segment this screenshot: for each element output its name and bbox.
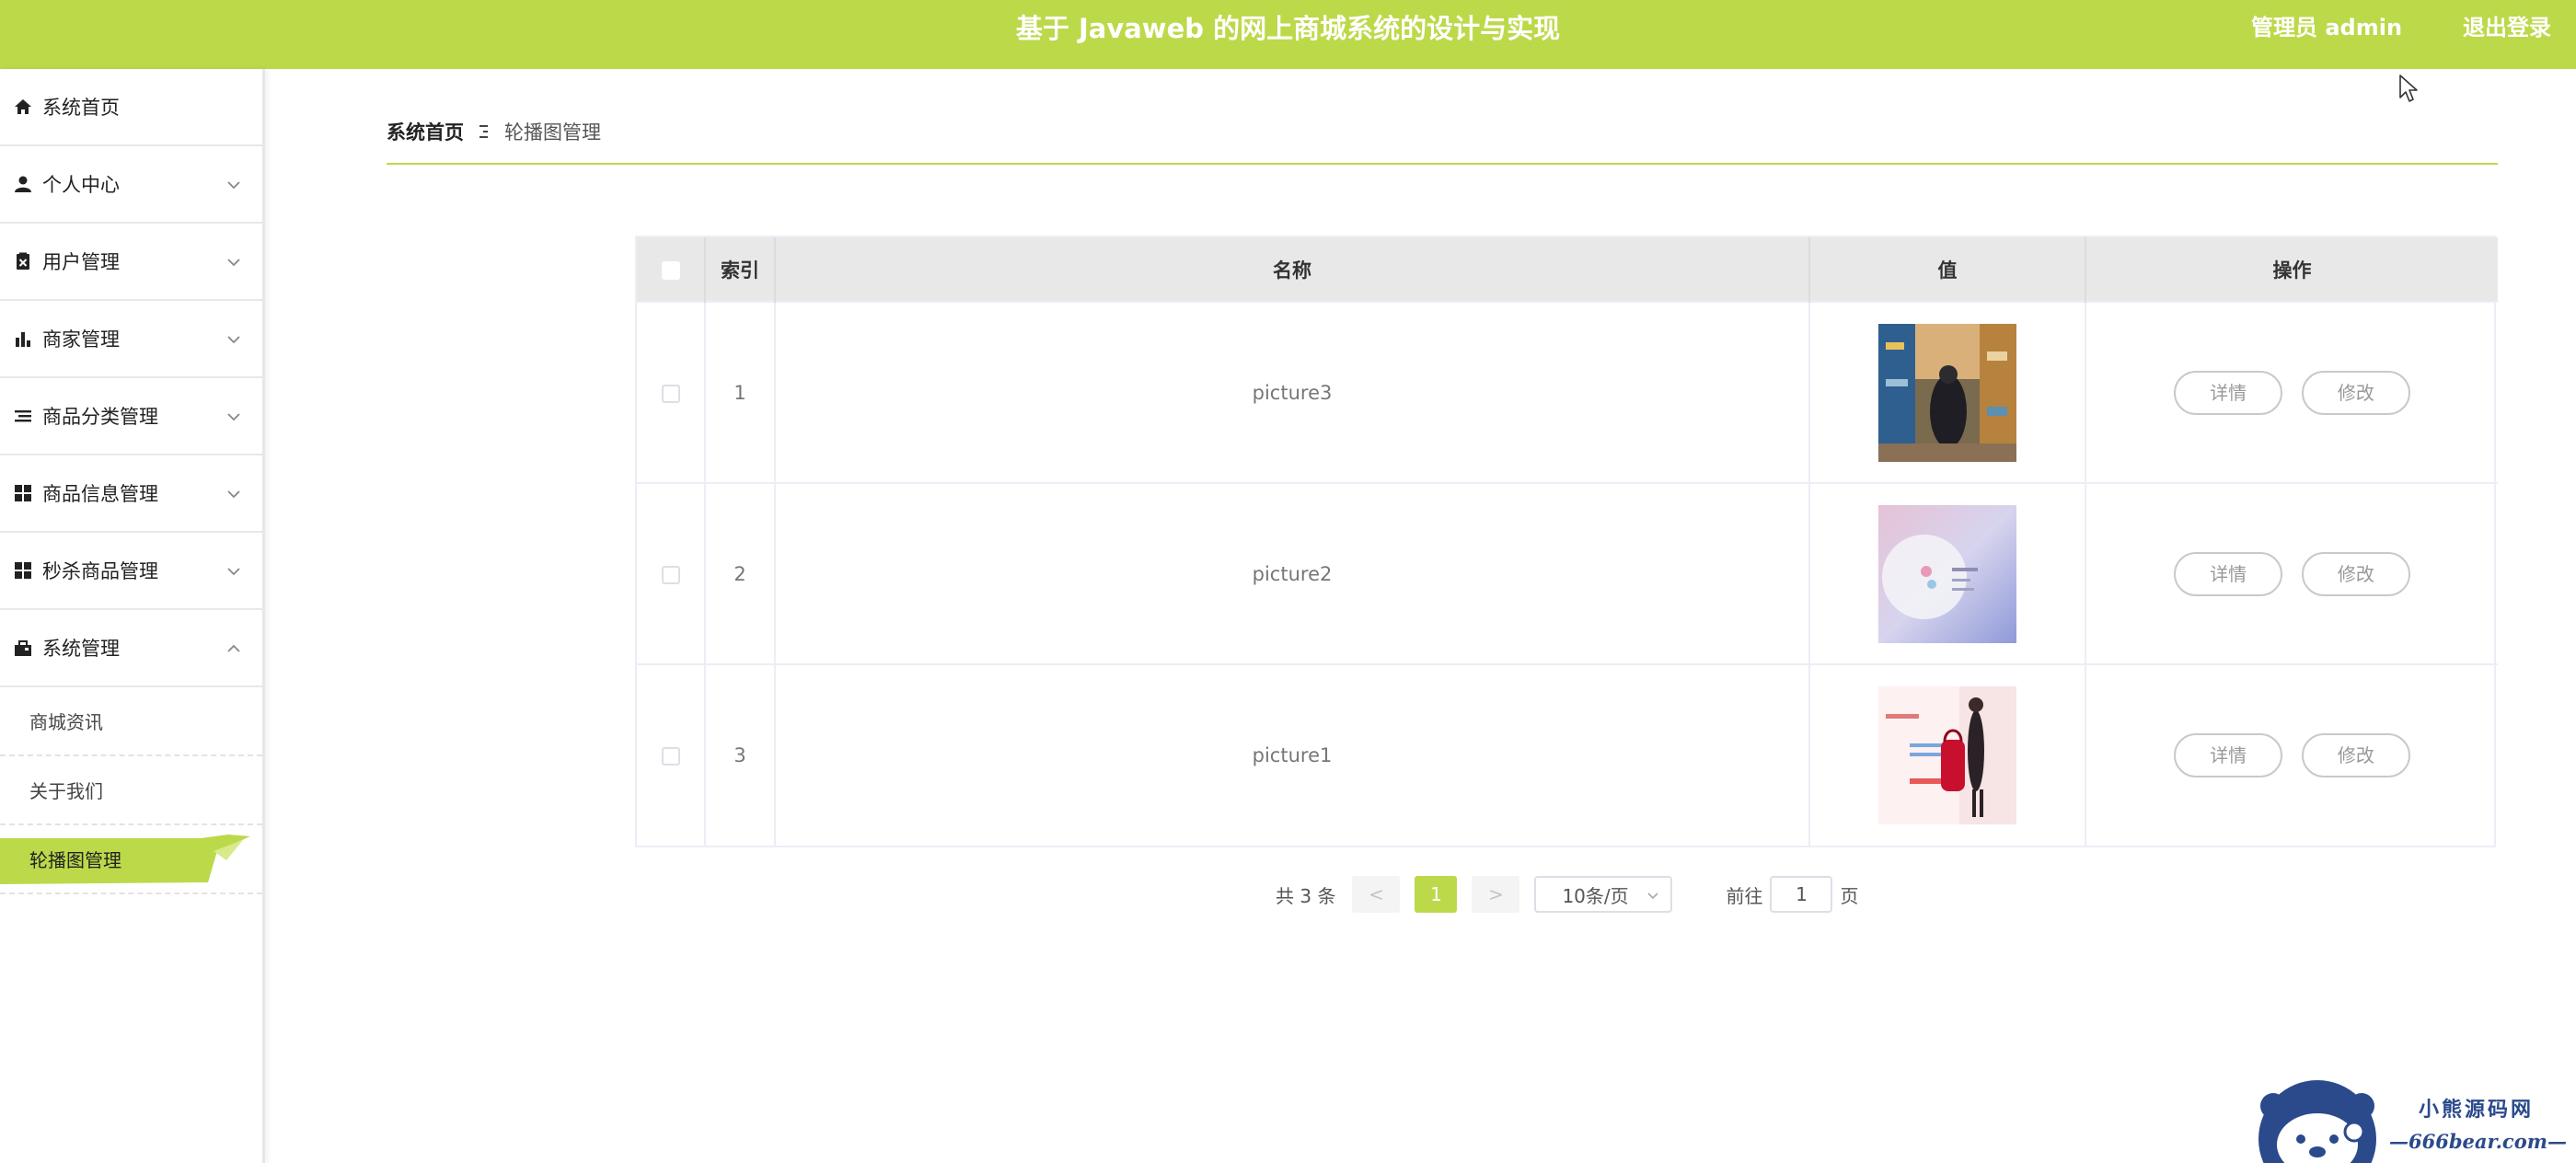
edit-button[interactable]: 修改 (2301, 733, 2410, 777)
detail-button[interactable]: 详情 (2174, 551, 2283, 596)
grid-icon (13, 483, 33, 503)
row-name: picture3 (775, 301, 1810, 483)
column-header-name: 名称 (775, 237, 1810, 302)
sidebar-item-label: 个人中心 (42, 174, 120, 196)
row-image-cell (1809, 482, 2086, 664)
row-image-cell (1809, 301, 2086, 483)
sidebar-item-label: 商品信息管理 (42, 483, 158, 505)
edit-button[interactable]: 修改 (2301, 551, 2410, 596)
bar-chart-icon (13, 328, 33, 349)
top-header-bar: 基于 Javaweb 的网上商城系统的设计与实现 管理员 admin 退出登录 (0, 0, 2576, 69)
column-header-value: 值 (1809, 237, 2086, 302)
row-name: picture2 (775, 482, 1810, 664)
sidebar-item-home[interactable]: 系统首页 (0, 69, 262, 146)
watermark-site-name: 小熊源码网 (2419, 1099, 2535, 1122)
column-header-actions: 操作 (2085, 237, 2498, 302)
select-all-cell (637, 237, 706, 302)
row-actions-cell: 详情 修改 (2085, 301, 2498, 483)
sidebar-subitem-about-us[interactable]: 关于我们 (0, 756, 262, 825)
sidebar-item-category-management[interactable]: 商品分类管理 (0, 378, 262, 455)
chevron-down-icon (1647, 892, 1659, 900)
sidebar-subitem-carousel-management[interactable]: 轮播图管理 (0, 825, 262, 894)
row-checkbox[interactable] (661, 384, 680, 403)
edit-button[interactable]: 修改 (2301, 370, 2410, 415)
sidebar-item-label: 商家管理 (42, 328, 120, 351)
chevron-down-icon (227, 259, 240, 267)
row-index: 2 (705, 482, 776, 664)
breadcrumb-divider (387, 163, 2498, 165)
user-icon (13, 174, 33, 194)
bookstore-photo-thumbnail[interactable] (1878, 323, 2016, 462)
red-bag-photo-thumbnail[interactable] (1878, 686, 2016, 824)
breadcrumb: 系统首页 轮播图管理 (387, 118, 601, 145)
watermark-site-url: —666bear.com— (2389, 1130, 2567, 1153)
grid-icon (13, 560, 33, 581)
chevron-down-icon (227, 181, 240, 190)
pagination-total: 共 3 条 (1276, 884, 1336, 907)
row-checkbox-cell (637, 663, 706, 846)
detail-button[interactable]: 详情 (2174, 733, 2283, 777)
column-header-index: 索引 (705, 237, 776, 302)
select-all-checkbox[interactable] (661, 260, 680, 280)
sidebar: 系统首页 个人中心 用户管理 商家管理 商品分类管理 商品信息管理 秒杀商品管理… (0, 69, 265, 1163)
sidebar-subitem-mall-news[interactable]: 商城资讯 (0, 687, 262, 756)
chevron-down-icon (227, 336, 240, 344)
prev-page-button[interactable]: < (1352, 876, 1401, 913)
table-header-row: 索引 名称 值 操作 (637, 237, 2498, 302)
sidebar-item-product-info-management[interactable]: 商品信息管理 (0, 455, 262, 533)
row-index: 3 (705, 663, 776, 846)
page-size-select[interactable]: 10条/页 (1534, 876, 1673, 913)
page-number-button[interactable]: 1 (1415, 876, 1458, 913)
table-row: 3 picture1 详情 修改 (637, 663, 2498, 846)
app-title: 基于 Javaweb 的网上商城系统的设计与实现 (1015, 13, 1561, 44)
row-checkbox[interactable] (661, 565, 680, 584)
sidebar-item-label: 用户管理 (42, 251, 120, 273)
sidebar-item-label: 商品分类管理 (42, 406, 158, 428)
sidebar-item-merchant-management[interactable]: 商家管理 (0, 301, 262, 378)
sidebar-subitem-label: 关于我们 (29, 780, 103, 802)
sidebar-subitem-label: 商城资讯 (29, 711, 103, 733)
next-page-button[interactable]: > (1472, 876, 1520, 913)
row-index: 1 (705, 301, 776, 483)
row-actions-cell: 详情 修改 (2085, 663, 2498, 846)
sidebar-item-user-management[interactable]: 用户管理 (0, 224, 262, 301)
sidebar-item-system-management[interactable]: 系统管理 (0, 610, 262, 687)
detail-button[interactable]: 详情 (2174, 370, 2283, 415)
mouse-cursor-icon (2399, 75, 2418, 102)
row-checkbox[interactable] (661, 747, 680, 766)
sidebar-item-flash-sale-management[interactable]: 秒杀商品管理 (0, 533, 262, 610)
sidebar-item-label: 系统首页 (42, 97, 120, 119)
goto-prefix-label: 前往 (1726, 884, 1763, 907)
chevron-up-icon (227, 644, 240, 652)
banner-graphic-thumbnail[interactable] (1878, 504, 2016, 643)
carousel-table: 索引 名称 值 操作 1 picture3 详情 修改 2 picture2 详… (635, 236, 2498, 847)
home-icon (13, 97, 33, 117)
sidebar-item-label: 系统管理 (42, 638, 120, 660)
pagination: 共 3 条 < 1 > 10条/页 前往 页 (1276, 876, 1858, 913)
list-icon (13, 406, 33, 426)
goto-page-input[interactable] (1770, 876, 1833, 913)
sidebar-item-personal-center[interactable]: 个人中心 (0, 146, 262, 224)
admin-user-label: 管理员 admin (2251, 15, 2403, 40)
row-actions-cell: 详情 修改 (2085, 482, 2498, 664)
row-checkbox-cell (637, 482, 706, 664)
row-checkbox-cell (637, 301, 706, 483)
chevron-down-icon (227, 413, 240, 421)
breadcrumb-home-link[interactable]: 系统首页 (387, 118, 464, 145)
table-row: 1 picture3 详情 修改 (637, 301, 2498, 483)
logout-button[interactable]: 退出登录 (2463, 9, 2551, 46)
row-image-cell (1809, 663, 2086, 846)
page-size-value: 10条/页 (1562, 884, 1629, 907)
table-row: 2 picture2 详情 修改 (637, 482, 2498, 664)
chevron-down-icon (227, 568, 240, 576)
goto-suffix-label: 页 (1840, 884, 1859, 907)
breadcrumb-current: 轮播图管理 (504, 121, 601, 144)
sidebar-item-label: 秒杀商品管理 (42, 560, 158, 582)
clipboard-icon (13, 251, 33, 271)
breadcrumb-separator-icon (479, 125, 488, 138)
briefcase-icon (13, 638, 33, 658)
row-name: picture1 (775, 663, 1810, 846)
sidebar-subitem-label: 轮播图管理 (29, 849, 121, 871)
chevron-down-icon (227, 490, 240, 499)
